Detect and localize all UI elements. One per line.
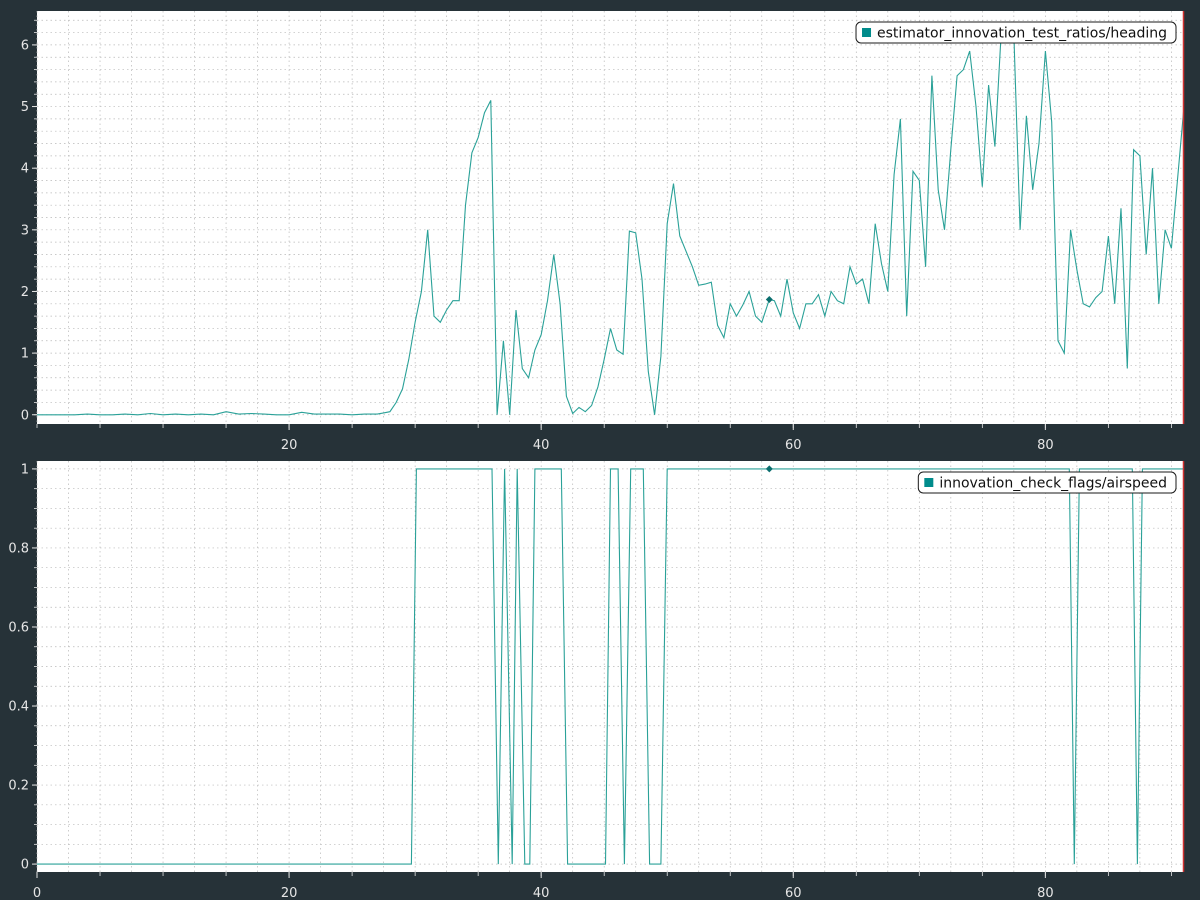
y-tick-label: 1 [21, 347, 29, 362]
y-tick-label: 0.2 [8, 779, 29, 794]
x-tick-label: 60 [785, 886, 802, 900]
legend-label: innovation_check_flags/airspeed [939, 476, 1167, 492]
y-tick-label: 2 [21, 285, 29, 300]
x-tick-label: 20 [281, 886, 298, 900]
legend[interactable]: estimator_innovation_test_ratios/heading [855, 21, 1177, 44]
y-tick-label: 1 [21, 462, 29, 477]
y-tick-label: 3 [21, 223, 29, 238]
x-tick-label: 80 [1037, 438, 1054, 453]
y-tick-label: 0.8 [8, 541, 29, 556]
chart-panel-1[interactable]: 0 1 2 3 4 5 6 20 40 60 80 estimator_innovation_test… [21, 11, 1185, 453]
legend-swatch [862, 28, 872, 37]
y-tick-label: 0 [21, 408, 29, 423]
y-tick-label: 5 [21, 100, 29, 115]
y-tick-label: 6 [21, 38, 29, 53]
chart-panel-2[interactable]: 0 0.2 0.4 0.6 0.8 1 0 20 40 60 80 innovation_check_… [8, 461, 1185, 900]
y-tick-label: 0 [21, 858, 29, 873]
x-tick-label: 60 [785, 438, 802, 453]
x-tick-label: 20 [281, 438, 298, 453]
y-tick-label: 4 [21, 162, 29, 177]
y-tick-label: 0.6 [8, 620, 29, 635]
legend-swatch [924, 478, 934, 487]
y-tick-label: 0.4 [8, 700, 29, 715]
x-tick-label: 0 [33, 886, 41, 900]
legend[interactable]: innovation_check_flags/airspeed [917, 471, 1177, 494]
x-tick-label: 40 [533, 438, 550, 453]
legend-label: estimator_innovation_test_ratios/heading [877, 26, 1167, 42]
x-tick-label: 80 [1037, 886, 1054, 900]
x-tick-label: 40 [533, 886, 550, 900]
plot-workspace: 0 1 2 3 4 5 6 20 40 60 80 estimator_innovation_test… [8, 11, 1185, 900]
